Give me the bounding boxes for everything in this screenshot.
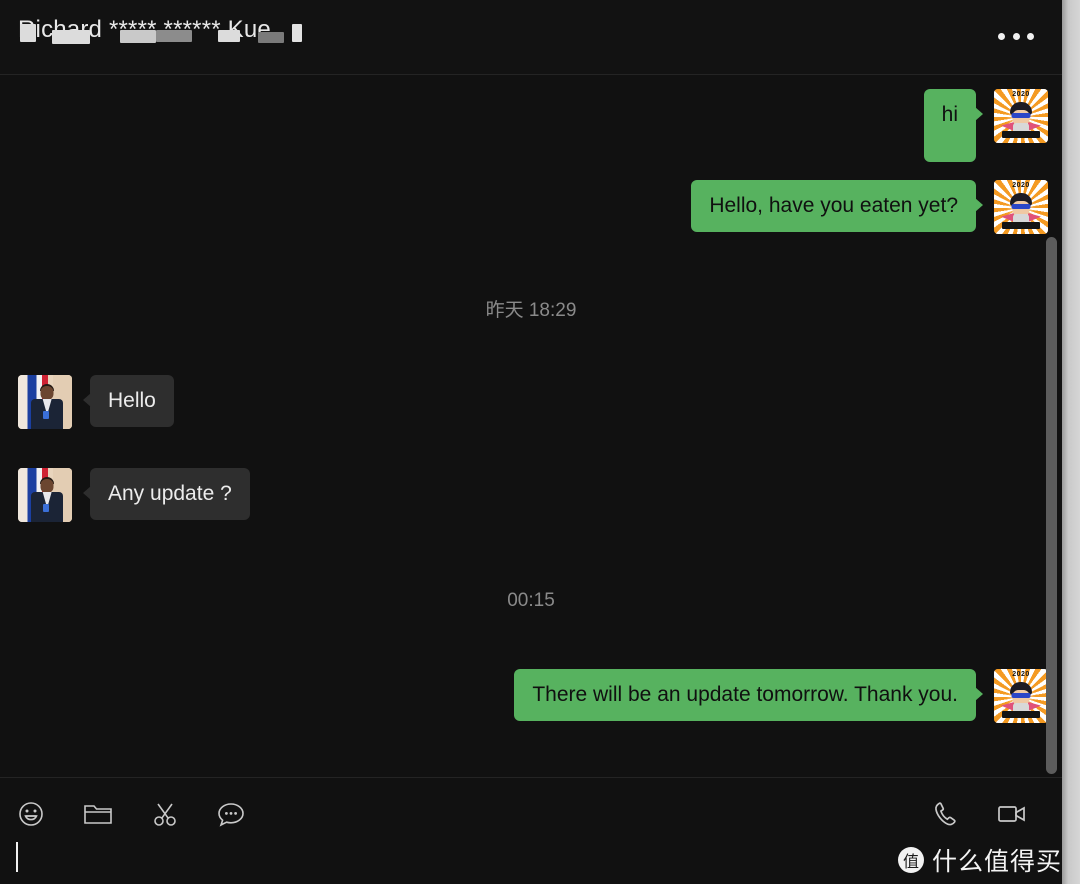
sunglasses-icon (1011, 204, 1031, 209)
message-row-outgoing: There will be an update tomorrow. Thank … (514, 669, 1048, 723)
message-bubble-outgoing[interactable]: Hello, have you eaten yet? (691, 180, 983, 233)
redaction-block (292, 24, 302, 42)
message-bubble-outgoing[interactable]: There will be an update tomorrow. Thank … (514, 669, 983, 722)
message-scrollbar-thumb[interactable] (1046, 237, 1057, 774)
face-shape (40, 386, 54, 400)
redaction-block (20, 24, 36, 42)
message-list[interactable]: hi 2020 Hello, have you eaten yet? 2020 … (0, 75, 1062, 777)
avatar-caption-bar (1002, 131, 1040, 138)
avatar-self[interactable]: 2020 (994, 89, 1048, 143)
avatar-self[interactable]: 2020 (994, 669, 1048, 723)
desktop-background (1062, 0, 1080, 884)
avatar-contact[interactable] (18, 375, 72, 429)
more-dot-icon (998, 32, 1005, 40)
avatar-year-text: 2020 (1012, 671, 1030, 678)
more-options-button[interactable] (998, 22, 1034, 50)
chat-history-icon[interactable] (211, 794, 251, 834)
redaction-block (218, 30, 240, 42)
avatar-year-text: 2020 (1012, 182, 1030, 189)
timestamp-divider: 昨天 18:29 (485, 300, 577, 321)
redaction-block (52, 30, 90, 44)
avatar-caption-bar (1002, 222, 1040, 229)
redaction-block (120, 30, 156, 43)
avatar-year-text: 2020 (1012, 91, 1030, 98)
more-dot-icon (1012, 32, 1020, 40)
composer-toolbar (0, 786, 1062, 842)
message-row-incoming: Hello (18, 375, 174, 429)
avatar-self[interactable]: 2020 (994, 180, 1048, 234)
redaction-block (258, 32, 284, 43)
text-caret (16, 842, 18, 872)
screenshot-icon[interactable] (145, 794, 185, 834)
message-bubble-incoming[interactable]: Any update ? (83, 468, 250, 521)
sunglasses-icon (1011, 113, 1031, 118)
lanyard-badge (42, 504, 49, 512)
redaction-block (156, 30, 192, 42)
message-composer (0, 777, 1062, 884)
lanyard-badge (42, 411, 49, 419)
more-dot-icon (1027, 32, 1034, 40)
avatar-caption-bar (1002, 711, 1040, 718)
avatar-contact[interactable] (18, 468, 72, 522)
chat-window: Richard ***** ****** Kue hi 2 (0, 0, 1062, 884)
sunglasses-icon (1011, 693, 1031, 698)
chat-header: Richard ***** ****** Kue (0, 0, 1062, 75)
video-call-icon[interactable] (992, 794, 1032, 834)
face-shape (40, 479, 54, 493)
message-row-outgoing: Hello, have you eaten yet? 2020 (691, 180, 1048, 234)
voice-call-icon[interactable] (926, 794, 966, 834)
emoji-icon[interactable] (11, 794, 51, 834)
screenshot-root: Richard ***** ****** Kue hi 2 (0, 0, 1080, 884)
message-row-outgoing: hi 2020 (923, 89, 1048, 163)
timestamp-divider: 00:15 (507, 590, 555, 611)
file-icon[interactable] (78, 794, 118, 834)
message-bubble-outgoing[interactable]: hi (923, 89, 984, 163)
message-row-incoming: Any update ? (18, 468, 250, 522)
message-input[interactable] (0, 842, 1062, 884)
message-bubble-incoming[interactable]: Hello (83, 375, 174, 428)
